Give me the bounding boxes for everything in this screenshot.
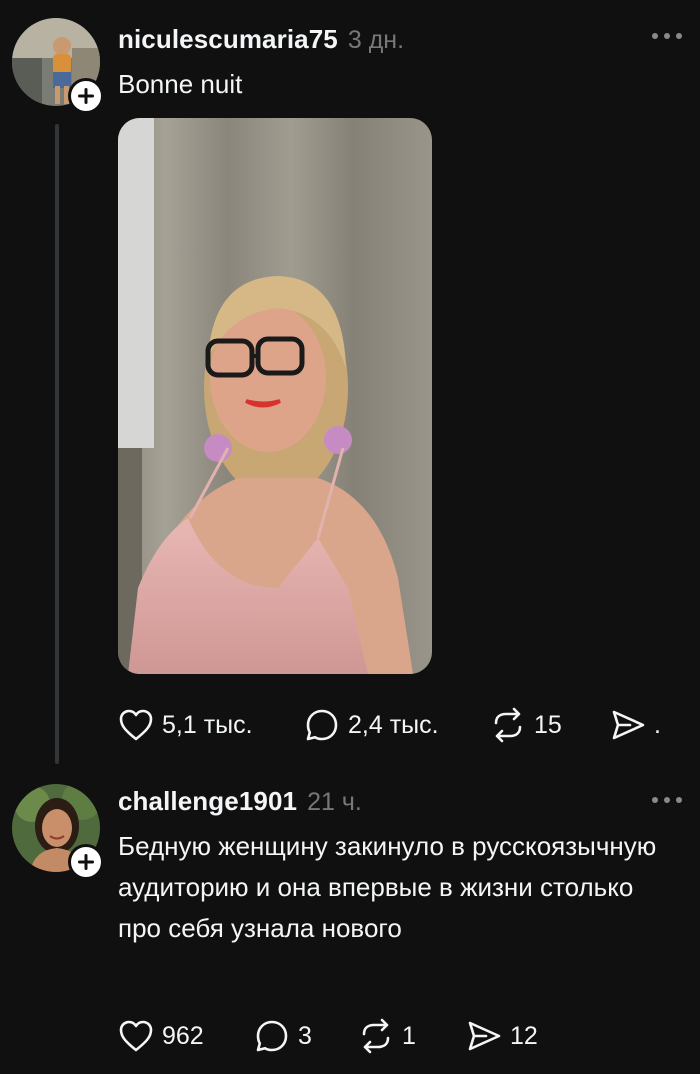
repost-arrows-icon — [494, 707, 522, 743]
share-count: . — [654, 710, 661, 739]
plus-icon — [78, 854, 94, 870]
repost-arrows-icon — [362, 1018, 390, 1054]
avatar-container[interactable] — [12, 18, 104, 114]
like-count: 5,1 тыс. — [162, 710, 253, 739]
repost-button[interactable]: 1 — [358, 1018, 466, 1054]
post-item: niculescumaria75 3 дн. Bonne nuit 5,1 ты… — [0, 0, 700, 770]
post-image[interactable] — [118, 118, 432, 674]
send-paper-plane-icon — [468, 1021, 501, 1051]
more-menu-button[interactable] — [652, 30, 682, 42]
post-actions: 5,1 тыс. 2,4 тыс. 15 . — [118, 707, 661, 743]
post-text: Бедную женщину закинуло в русскоязычную … — [118, 831, 657, 943]
repost-button[interactable]: 15 — [490, 707, 610, 743]
more-dots-icon — [652, 797, 658, 803]
username[interactable]: challenge1901 — [118, 786, 297, 817]
heart-icon — [119, 1020, 153, 1052]
comment-bubble-icon — [256, 1020, 288, 1052]
avatar-container[interactable] — [12, 784, 104, 880]
post-text: Bonne nuit — [118, 69, 243, 99]
thread-line — [55, 124, 59, 764]
send-paper-plane-icon — [612, 710, 645, 740]
post-header: challenge1901 21 ч. — [118, 786, 362, 817]
follow-button[interactable] — [68, 78, 104, 114]
reply-count: 3 — [298, 1021, 312, 1050]
reply-button[interactable]: 2,4 тыс. — [304, 707, 490, 743]
reply-count: 2,4 тыс. — [348, 710, 439, 739]
follow-button[interactable] — [68, 844, 104, 880]
like-button[interactable]: 5,1 тыс. — [118, 708, 304, 742]
more-dots-icon — [652, 33, 658, 39]
timestamp: 21 ч. — [307, 788, 362, 816]
comment-bubble-icon — [306, 709, 338, 741]
share-count: 12 — [510, 1021, 538, 1050]
post-actions: 962 3 1 12 — [118, 1018, 538, 1054]
reply-button[interactable]: 3 — [254, 1018, 358, 1054]
repost-count: 1 — [402, 1021, 416, 1050]
post-item: challenge1901 21 ч. Бедную женщину закин… — [0, 770, 700, 1074]
repost-count: 15 — [534, 710, 562, 739]
heart-icon — [119, 709, 153, 741]
like-count: 962 — [162, 1021, 204, 1050]
share-button[interactable]: 12 — [466, 1018, 538, 1054]
share-button[interactable]: . — [610, 707, 661, 743]
more-menu-button[interactable] — [652, 794, 682, 806]
timestamp: 3 дн. — [347, 26, 405, 54]
username[interactable]: niculescumaria75 — [118, 24, 338, 55]
post-header: niculescumaria75 3 дн. — [118, 24, 404, 55]
like-button[interactable]: 962 — [118, 1019, 254, 1053]
plus-icon — [78, 88, 94, 104]
